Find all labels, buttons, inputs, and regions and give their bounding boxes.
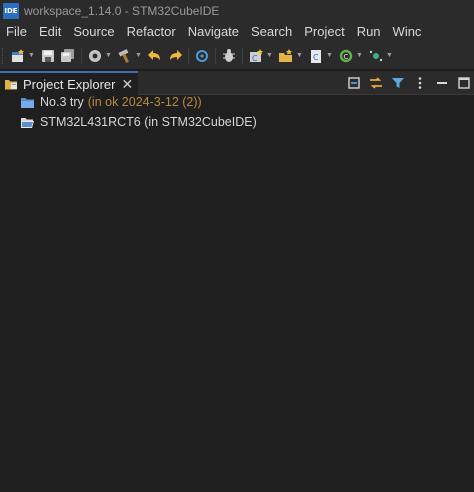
tree-item-stm32l431rct6[interactable]: STM32L431RCT6 (in STM32CubeIDE) (20, 113, 257, 131)
menu-window[interactable]: Winc (387, 22, 428, 42)
menu-edit[interactable]: Edit (33, 22, 67, 42)
maximize-icon[interactable] (454, 73, 474, 93)
refresh-icon[interactable]: C (337, 47, 355, 65)
toolbar-grip[interactable] (2, 47, 5, 64)
link-editor-icon[interactable] (366, 73, 386, 93)
tab-label: Project Explorer (23, 76, 116, 92)
main-toolbar: ▼ ▼ ▼ C ▼ ▼ C ▼ C ▼ ▼ (0, 42, 474, 70)
save-all-icon[interactable] (59, 47, 77, 65)
menu-file[interactable]: File (0, 22, 33, 42)
tree-item-no3-try[interactable]: No.3 try (in ok 2024-3-12 (2)) (20, 93, 202, 111)
forward-icon[interactable] (166, 47, 184, 65)
menu-refactor[interactable]: Refactor (121, 22, 182, 42)
open-folder-icon (20, 116, 35, 129)
tree-item-label: No.3 try (40, 95, 84, 109)
svg-text:C: C (313, 53, 319, 62)
build-dropdown[interactable]: ▼ (135, 47, 142, 65)
ai-icon[interactable] (367, 47, 385, 65)
new-c-project-icon[interactable]: C (247, 47, 265, 65)
closed-folder-icon (20, 96, 35, 109)
view-actions (342, 71, 474, 95)
build-settings-icon[interactable] (86, 47, 104, 65)
toolbar-separator (188, 47, 189, 64)
debug-icon[interactable] (220, 47, 238, 65)
menu-navigate[interactable]: Navigate (182, 22, 245, 42)
open-project-dropdown[interactable]: ▼ (296, 47, 303, 65)
open-project-icon[interactable] (277, 47, 295, 65)
minimize-icon[interactable] (432, 73, 452, 93)
menu-project[interactable]: Project (298, 22, 350, 42)
toolbar-separator (242, 47, 243, 64)
menu-bar: File Edit Source Refactor Navigate Searc… (0, 22, 474, 42)
view-menu-icon[interactable] (410, 73, 430, 93)
svg-text:C: C (344, 53, 349, 61)
new-source-dropdown[interactable]: ▼ (326, 47, 333, 65)
tree-item-decoration: (in ok 2024-3-12 (2)) (87, 95, 202, 109)
project-explorer-icon (4, 77, 19, 91)
window-title: workspace_1.14.0 - STM32CubeIDE (24, 4, 220, 18)
back-icon[interactable] (146, 47, 164, 65)
toolbar-separator (215, 47, 216, 64)
svg-text:C: C (252, 54, 258, 63)
new-icon[interactable] (9, 47, 27, 65)
menu-search[interactable]: Search (245, 22, 298, 42)
new-c-project-dropdown[interactable]: ▼ (266, 47, 273, 65)
title-bar: IDE workspace_1.14.0 - STM32CubeIDE (0, 0, 474, 22)
filter-icon[interactable] (388, 73, 408, 93)
menu-source[interactable]: Source (67, 22, 120, 42)
collapse-all-icon[interactable] (344, 73, 364, 93)
view-tab-bar: Project Explorer ✕ (0, 71, 474, 95)
build-settings-dropdown[interactable]: ▼ (105, 47, 112, 65)
tab-project-explorer[interactable]: Project Explorer ✕ (0, 71, 138, 95)
new-source-icon[interactable]: C (307, 47, 325, 65)
target-icon[interactable] (193, 47, 211, 65)
project-tree: No.3 try (in ok 2024-3-12 (2)) STM32L431… (0, 93, 474, 492)
refresh-dropdown[interactable]: ▼ (356, 47, 363, 65)
ide-app-icon: IDE (3, 3, 19, 19)
toolbar-separator (81, 47, 82, 64)
save-icon[interactable] (39, 47, 57, 65)
tree-item-label: STM32L431RCT6 (in STM32CubeIDE) (40, 115, 257, 129)
ai-dropdown[interactable]: ▼ (386, 47, 393, 65)
new-dropdown[interactable]: ▼ (28, 47, 35, 65)
menu-run[interactable]: Run (351, 22, 387, 42)
close-icon[interactable]: ✕ (121, 77, 133, 91)
build-hammer-icon[interactable] (116, 47, 134, 65)
